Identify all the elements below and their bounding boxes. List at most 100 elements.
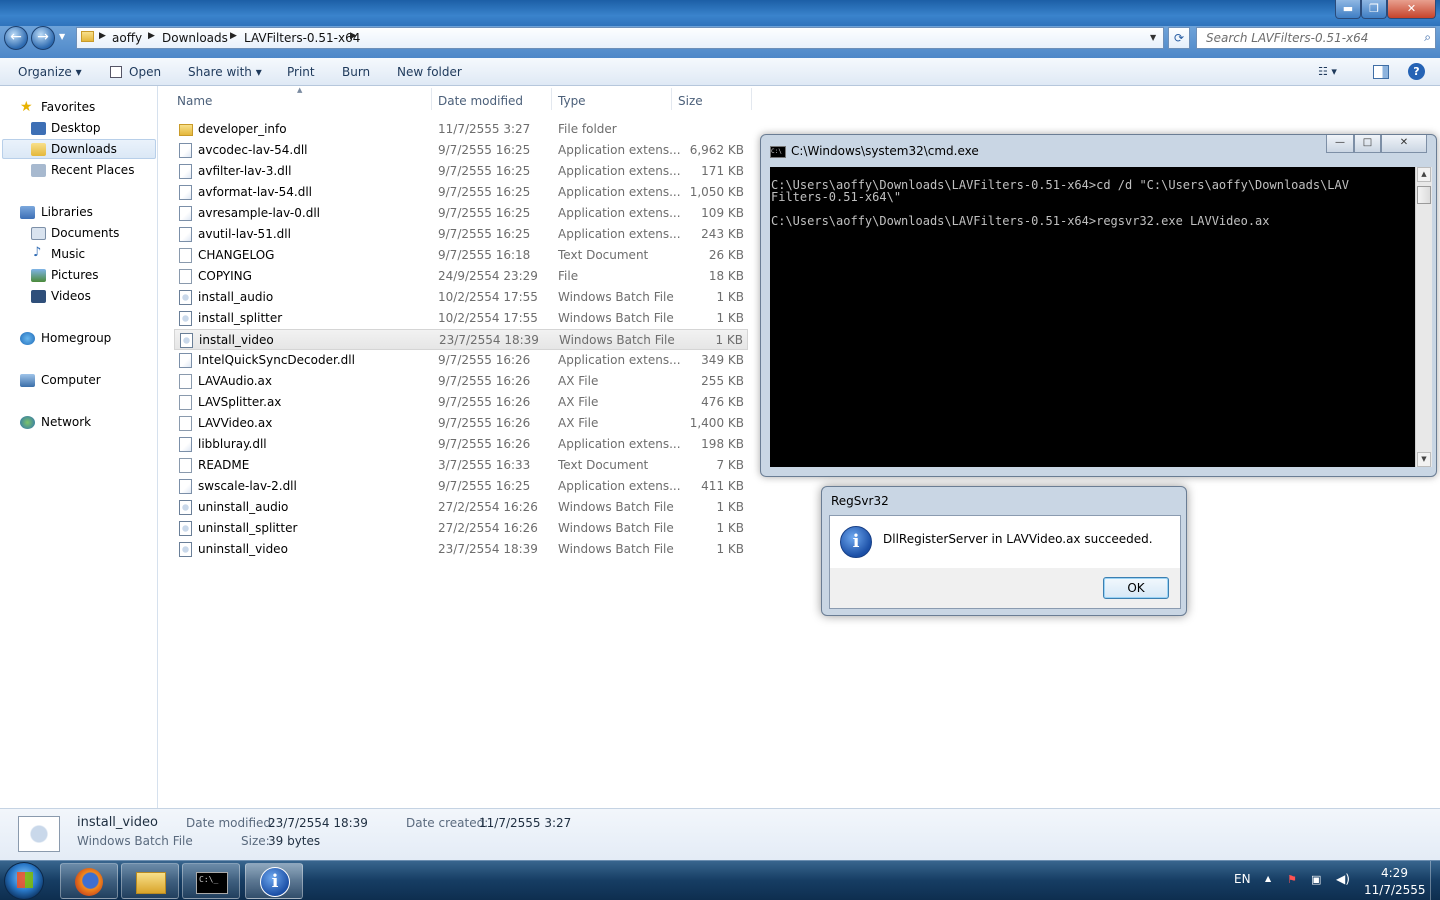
- firefox-taskbar-button[interactable]: [60, 863, 118, 899]
- file-row[interactable]: COPYING 24/9/2554 23:29 File 18 KB: [174, 266, 748, 287]
- recent-pages-dropdown-icon[interactable]: ▼: [59, 32, 65, 41]
- scroll-up-icon[interactable]: ▲: [1417, 167, 1431, 182]
- column-divider[interactable]: [431, 88, 432, 110]
- network-tray-icon[interactable]: ▣: [1311, 873, 1321, 886]
- nav-libraries[interactable]: Libraries: [41, 205, 93, 223]
- action-center-flag-icon[interactable]: ⚑: [1287, 873, 1297, 886]
- nav-favorites[interactable]: Favorites: [41, 100, 95, 118]
- show-hidden-icons-icon[interactable]: ▲: [1265, 874, 1271, 883]
- refresh-button[interactable]: ⟳: [1168, 27, 1190, 49]
- start-button[interactable]: [4, 862, 44, 900]
- console-scrollbar[interactable]: ▲ ▼: [1415, 167, 1432, 467]
- file-row[interactable]: developer_info 11/7/2555 3:27 File folder: [174, 119, 748, 140]
- column-size[interactable]: Size: [678, 94, 703, 108]
- cmd-taskbar-button[interactable]: C:\_: [182, 863, 240, 899]
- breadcrumb-aoffy[interactable]: aoffy: [112, 31, 142, 45]
- file-row[interactable]: install_splitter 10/2/2554 17:55 Windows B…: [174, 308, 748, 329]
- column-divider[interactable]: [751, 88, 752, 110]
- regsvr32-dialog[interactable]: RegSvr32 i DllRegisterServer in LAVVideo…: [821, 486, 1187, 616]
- file-row[interactable]: avfilter-lav-3.dll 9/7/2555 16:25 Applicat…: [174, 161, 748, 182]
- nav-computer[interactable]: Computer: [41, 373, 101, 391]
- forward-button[interactable]: →: [31, 26, 55, 50]
- clock-time[interactable]: 4:29: [1381, 866, 1408, 880]
- nav-pictures[interactable]: Pictures: [51, 268, 99, 286]
- cmd-maximize-button[interactable]: □: [1354, 135, 1381, 153]
- language-indicator[interactable]: EN: [1234, 872, 1251, 886]
- search-icon[interactable]: ⌕: [1424, 30, 1431, 45]
- nav-homegroup[interactable]: Homegroup: [41, 331, 111, 349]
- details-pane: install_video Windows Batch File Date mo…: [0, 808, 1440, 860]
- search-input[interactable]: Search LAVFilters-0.51-x64 ⌕: [1196, 27, 1436, 49]
- file-row[interactable]: avformat-lav-54.dll 9/7/2555 16:25 Applica…: [174, 182, 748, 203]
- column-divider[interactable]: [671, 88, 672, 110]
- column-type[interactable]: Type: [558, 94, 586, 108]
- maximize-button[interactable]: ❐: [1361, 0, 1387, 19]
- cmd-close-button[interactable]: ✕: [1381, 135, 1427, 153]
- breadcrumb-separator-icon[interactable]: ▶: [148, 31, 155, 41]
- file-date-modified: 9/7/2555 16:25: [438, 185, 531, 199]
- file-name: avformat-lav-54.dll: [198, 185, 312, 199]
- clock-date[interactable]: 11/7/2555: [1364, 883, 1426, 897]
- breadcrumb-separator-icon[interactable]: ▶: [99, 31, 106, 41]
- column-date-modified[interactable]: Date modified: [438, 94, 523, 108]
- file-row[interactable]: install_audio 10/2/2554 17:55 Windows Batc…: [174, 287, 748, 308]
- burn-button[interactable]: Burn: [342, 65, 370, 79]
- file-row[interactable]: install_video 23/7/2554 18:39 Windows Batc…: [174, 329, 748, 350]
- nav-desktop[interactable]: Desktop: [51, 121, 101, 139]
- cmd-window[interactable]: C:\ C:\Windows\system32\cmd.exe — □ ✕ C:…: [760, 134, 1437, 477]
- minimize-button[interactable]: ▬: [1335, 0, 1361, 19]
- cmd-minimize-button[interactable]: —: [1326, 135, 1354, 153]
- back-button[interactable]: ←: [4, 26, 28, 50]
- nav-documents[interactable]: Documents: [51, 226, 119, 244]
- file-row[interactable]: avutil-lav-51.dll 9/7/2555 16:25 Applicati…: [174, 224, 748, 245]
- breadcrumb-lavfilters[interactable]: LAVFilters-0.51-x64: [244, 31, 360, 45]
- document-icon: [179, 395, 192, 410]
- file-row[interactable]: LAVVideo.ax 9/7/2555 16:26 AX File 1,400 KB: [174, 413, 748, 434]
- file-row[interactable]: uninstall_splitter 27/2/2554 16:26 Windows…: [174, 518, 748, 539]
- address-bar[interactable]: ▶ aoffy ▶ Downloads ▶ LAVFilters-0.51-x6…: [76, 27, 1164, 49]
- nav-videos[interactable]: Videos: [51, 289, 91, 307]
- nav-downloads[interactable]: Downloads: [51, 142, 117, 160]
- regsvr32-taskbar-button[interactable]: i: [245, 863, 303, 899]
- column-divider[interactable]: [551, 88, 552, 110]
- help-icon[interactable]: ?: [1408, 63, 1425, 80]
- console-output[interactable]: C:\Users\aoffy\Downloads\LAVFilters-0.51…: [770, 167, 1415, 467]
- file-row[interactable]: uninstall_audio 27/2/2554 16:26 Windows Ba…: [174, 497, 748, 518]
- nav-recent-places[interactable]: Recent Places: [51, 163, 134, 181]
- share-with-button[interactable]: Share with ▾: [188, 65, 262, 79]
- file-row[interactable]: README 3/7/2555 16:33 Text Document 7 KB: [174, 455, 748, 476]
- breadcrumb-separator-icon[interactable]: ▶: [230, 31, 237, 41]
- explorer-taskbar-button[interactable]: [121, 863, 179, 899]
- volume-icon[interactable]: ◀): [1336, 872, 1350, 886]
- show-desktop-button[interactable]: [1430, 861, 1440, 900]
- new-folder-button[interactable]: New folder: [397, 65, 462, 79]
- open-button[interactable]: Open: [129, 65, 161, 79]
- nav-music[interactable]: Music: [51, 247, 85, 265]
- file-row[interactable]: uninstall_video 23/7/2554 18:39 Windows Ba…: [174, 539, 748, 560]
- organize-button[interactable]: Organize ▾: [18, 65, 82, 79]
- preview-pane-icon[interactable]: [1373, 65, 1389, 79]
- file-row[interactable]: CHANGELOG 9/7/2555 16:18 Text Document 26 K…: [174, 245, 748, 266]
- folder-icon: [136, 872, 166, 894]
- file-name: uninstall_video: [198, 542, 288, 556]
- column-name[interactable]: Name: [177, 94, 212, 108]
- scroll-down-icon[interactable]: ▼: [1417, 452, 1431, 467]
- ok-button[interactable]: OK: [1103, 577, 1169, 599]
- file-row[interactable]: libbluray.dll 9/7/2555 16:26 Application e…: [174, 434, 748, 455]
- close-button[interactable]: ✕: [1387, 0, 1436, 19]
- file-row[interactable]: avresample-lav-0.dll 9/7/2555 16:25 Applic…: [174, 203, 748, 224]
- file-name: install_audio: [198, 290, 274, 304]
- address-dropdown-icon[interactable]: ▼: [1150, 33, 1156, 42]
- breadcrumb-downloads[interactable]: Downloads: [162, 31, 228, 45]
- scroll-thumb[interactable]: [1417, 186, 1431, 204]
- views-icon[interactable]: ☷ ▾: [1318, 65, 1337, 78]
- file-size: 1 KB: [716, 521, 744, 535]
- nav-network[interactable]: Network: [41, 415, 91, 433]
- file-row[interactable]: avcodec-lav-54.dll 9/7/2555 16:25 Applicat…: [174, 140, 748, 161]
- breadcrumb-separator-icon[interactable]: ▶: [350, 31, 357, 41]
- file-row[interactable]: IntelQuickSyncDecoder.dll 9/7/2555 16:26 A…: [174, 350, 748, 371]
- print-button[interactable]: Print: [287, 65, 315, 79]
- file-row[interactable]: LAVAudio.ax 9/7/2555 16:26 AX File 255 KB: [174, 371, 748, 392]
- file-row[interactable]: swscale-lav-2.dll 9/7/2555 16:25 Applicati…: [174, 476, 748, 497]
- file-row[interactable]: LAVSplitter.ax 9/7/2555 16:26 AX File 476 K…: [174, 392, 748, 413]
